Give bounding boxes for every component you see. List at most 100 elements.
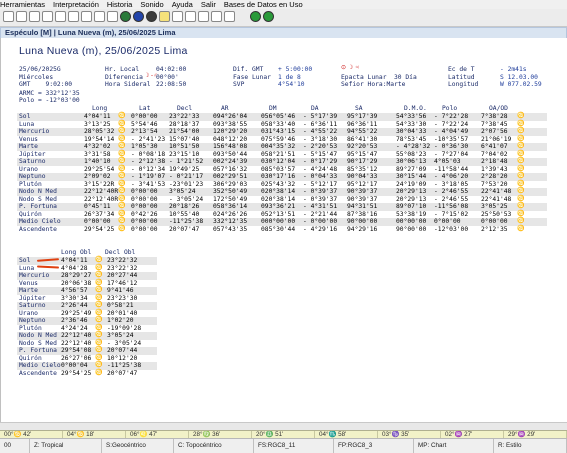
table-cell: - 0°36'30 — [434, 143, 469, 150]
menu-item-0[interactable]: Herramientas — [0, 0, 45, 9]
copy-icon[interactable] — [55, 11, 66, 22]
table-cell: 085°30'44 — [261, 225, 296, 233]
table-icon[interactable] — [94, 11, 105, 22]
refresh-icon[interactable] — [263, 11, 274, 22]
sign-icon: ♋ — [95, 347, 103, 353]
list-icon[interactable] — [81, 11, 92, 22]
info-c7-line-1: 30 Día — [394, 73, 417, 81]
obl-body-name: P. Fortuna — [19, 347, 57, 354]
column-header-9: OA/OD — [489, 105, 508, 112]
body-name: P. Fortuna — [19, 203, 57, 210]
menu-item-3[interactable]: Sonido — [140, 0, 163, 9]
table-cell: 94°31'51 — [347, 203, 378, 210]
body-name: Saturno — [19, 158, 46, 165]
table-cell: - 4°31'51 — [303, 203, 338, 210]
save-icon[interactable] — [29, 11, 40, 22]
sign-icon: ♋ — [95, 369, 103, 376]
obl-table-cell: 29°54'25 — [61, 369, 92, 377]
table-cell: 89°07'10 — [396, 203, 427, 210]
table-cell: 4°32'02 — [84, 143, 111, 150]
info-c6-line-1: Epacta Lunar — [341, 73, 387, 81]
settings-icon[interactable] — [224, 11, 235, 22]
info-c9-line-1: S 12.03.00 — [500, 73, 538, 81]
table-cell: - 7°22'28 — [434, 113, 469, 120]
info-c5-line-2: 4°54'10 — [278, 81, 305, 88]
obl-table-cell: 23°23'30 — [107, 294, 138, 302]
table-cell: 2°12'35 — [481, 225, 508, 233]
menu-item-4[interactable]: Ayuda — [172, 0, 193, 9]
wheel-icon[interactable] — [120, 11, 131, 22]
menu-item-2[interactable]: Historia — [107, 0, 132, 9]
menu-item-5[interactable]: Salir — [201, 0, 216, 9]
table-cell: - 4°28'32 — [396, 143, 431, 150]
transit-icon[interactable] — [211, 11, 222, 22]
sign-icon: ♋ — [118, 158, 126, 164]
info-c5-line-1: 1 de 8 — [278, 73, 301, 81]
open-icon[interactable] — [16, 11, 27, 22]
table-cell: - 3°18'30 — [303, 135, 338, 143]
table-cell: 89°27'09 — [396, 165, 427, 173]
table-cell: 7°38'28 — [481, 113, 508, 120]
sign-icon: ♋ — [517, 158, 525, 164]
obl-table-cell: -11°25'38 — [107, 362, 142, 369]
body-name: Nodo S Med — [19, 195, 57, 203]
table-cell: - 6°36'11 — [303, 120, 338, 128]
table-cell: 25°50'53 — [481, 210, 512, 218]
table-cell: 057°43'35 — [213, 225, 248, 233]
obl-table-cell: 29°54'08 — [61, 347, 92, 354]
info-c4-line-2: SVP — [233, 81, 245, 88]
moon-icon[interactable] — [146, 11, 157, 22]
table-cell: 056°05'46 — [261, 113, 296, 120]
table-cell: 30°15'44 — [396, 173, 427, 180]
table-cell: 55°08'23 — [396, 150, 427, 158]
body-name: Plutón — [19, 180, 42, 188]
info-c6-line-2: Sefior Hora:Marte — [341, 81, 406, 88]
body-name: Luna — [19, 120, 35, 128]
obl-table-cell: -19°09'28 — [107, 324, 142, 332]
menu-item-6[interactable]: Bases de Datos en Uso — [224, 0, 303, 9]
sign-icon: ♋ — [517, 120, 525, 127]
info-c3-line-0: 04:02:00 — [156, 66, 187, 73]
obl-table-cell: 3°05'24 — [107, 332, 134, 339]
obl-table-cell: 2°26'44 — [61, 302, 88, 309]
sign-icon: ♋ — [118, 210, 126, 217]
table-cell: 54°33'30 — [396, 120, 427, 128]
table-cell: 28°05'32 — [84, 128, 115, 135]
table-cell: 23°15'10 — [169, 150, 200, 158]
house-icon[interactable] — [185, 11, 196, 22]
table-cell: 020°38'14 — [261, 195, 296, 203]
info-c2-line-2: Hora Sideral — [105, 81, 151, 88]
aspect-icon[interactable] — [198, 11, 209, 22]
table-cell: 20°29'13 — [396, 195, 427, 203]
chart-icon[interactable] — [172, 11, 183, 22]
forward-icon[interactable] — [250, 11, 261, 22]
new-chart-icon[interactable] — [3, 11, 14, 22]
table-cell: - 4°24'48 — [303, 165, 338, 173]
table-cell: 0°00'00 — [131, 225, 158, 233]
sign-icon: ♋ — [95, 264, 103, 271]
table-cell: 0°00'00 — [131, 188, 158, 195]
table-cell: 95°15'47 — [347, 150, 378, 158]
menu-item-1[interactable]: Interpretación — [53, 0, 99, 9]
sign-icon: ♋ — [95, 324, 103, 331]
table-cell: 3°05'25 — [481, 203, 508, 210]
edit-icon[interactable] — [68, 11, 79, 22]
print-icon[interactable] — [42, 11, 53, 22]
body-name: Medio Cielo — [19, 218, 61, 225]
table-cell: 7°04'02 — [481, 150, 508, 158]
table-cell: 0°00'00 — [131, 218, 158, 225]
bottom-bar-cell-0: 00 — [0, 439, 30, 453]
star-icon[interactable] — [159, 11, 170, 22]
table-cell: - 4°29'16 — [303, 225, 338, 233]
obl-table-cell: 23°22'32 — [107, 257, 138, 264]
table-cell: 19°54'14 — [84, 135, 115, 143]
chart-title: Luna Nueva (m), 25/06/2025 Lima — [19, 45, 188, 57]
table-cell: 030°12'04 — [261, 158, 296, 165]
body-name: Marte — [19, 143, 38, 150]
body-name: Júpiter — [19, 150, 46, 158]
grid-icon[interactable] — [107, 11, 118, 22]
globe-icon[interactable] — [133, 11, 144, 22]
info-c8-line-2: Longitud — [448, 81, 479, 88]
table-cell: 10°51'50 — [169, 143, 200, 150]
sign-icon: ♋ — [118, 203, 126, 209]
